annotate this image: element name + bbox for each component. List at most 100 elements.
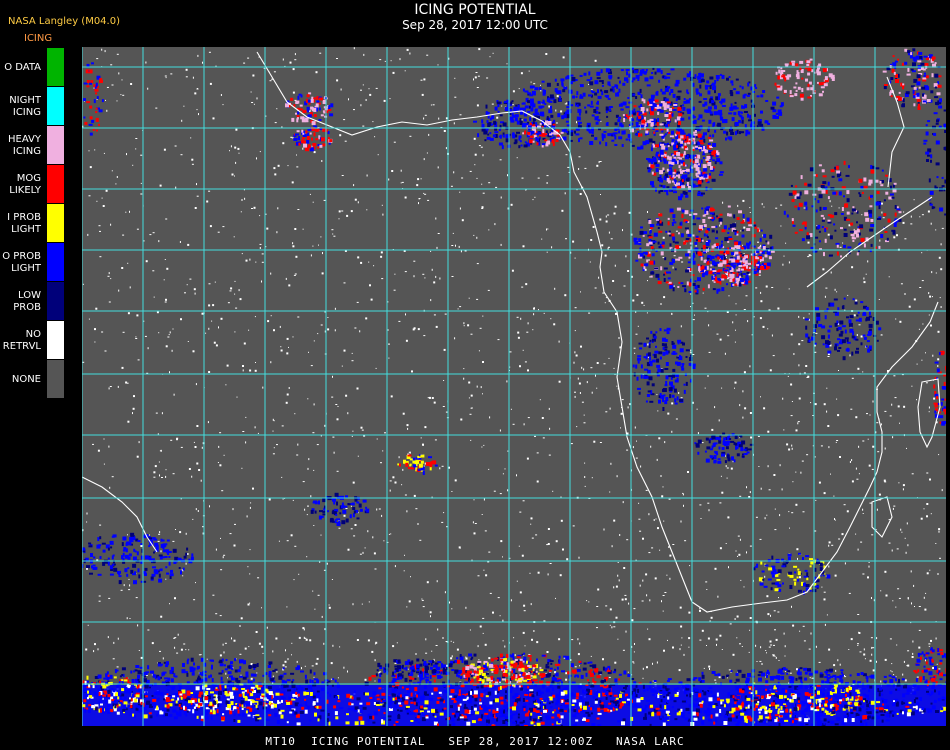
cloud-pixel (291, 642, 293, 644)
cloud-pixel (302, 228, 304, 230)
cloud-pixel (250, 677, 253, 680)
cloud-pixel (613, 586, 615, 589)
icing-pixel (712, 263, 717, 266)
cloud-pixel (273, 447, 275, 449)
cloud-pixel (584, 167, 587, 169)
cloud-pixel (778, 660, 780, 661)
cloud-pixel (327, 317, 329, 318)
cloud-pixel (172, 473, 175, 475)
icing-pixel (635, 96, 638, 99)
icing-pixel (677, 90, 682, 93)
icing-pixel (904, 48, 908, 52)
cloud-pixel (417, 178, 420, 181)
icing-pixel (776, 85, 781, 88)
cloud-pixel (745, 295, 748, 297)
cloud-pixel (716, 333, 719, 335)
cloud-pixel (230, 145, 232, 148)
cloud-pixel (902, 484, 905, 487)
cloud-pixel (121, 79, 123, 81)
icing-pixel (502, 122, 507, 127)
icing-pixel (575, 95, 578, 98)
icing-pixel (539, 134, 544, 137)
cloud-pixel (357, 201, 359, 204)
cloud-pixel (396, 642, 398, 644)
cloud-pixel (700, 518, 702, 519)
cloud-pixel (478, 145, 481, 147)
cloud-pixel (235, 161, 237, 164)
cloud-pixel (791, 401, 793, 402)
cloud-pixel (740, 579, 742, 581)
icing-pixel (885, 174, 888, 177)
icing-pixel (676, 356, 680, 359)
icing-pixel (671, 180, 674, 183)
icing-pixel (684, 227, 689, 230)
icing-pixel (858, 192, 861, 195)
icing-pixel (662, 185, 666, 189)
icing-pixel (775, 71, 778, 75)
cloud-pixel (82, 283, 84, 285)
cloud-pixel (617, 562, 619, 563)
icing-pixel (777, 75, 781, 80)
icing-pixel (664, 88, 669, 92)
cloud-pixel (449, 601, 450, 604)
icing-pixel (721, 229, 726, 233)
icing-pixel (878, 205, 881, 210)
icing-pixel (733, 112, 737, 116)
cloud-pixel (483, 444, 485, 446)
icing-pixel (866, 340, 870, 343)
cloud-pixel (795, 471, 797, 473)
icing-pixel (643, 231, 648, 235)
icing-pixel (892, 230, 896, 235)
icing-pixel (834, 344, 837, 349)
legend-item-heavy-icing: HEAVY ICING (0, 126, 66, 165)
cloud-pixel (551, 246, 553, 249)
cloud-pixel (220, 317, 223, 320)
cloud-pixel (531, 638, 533, 641)
cloud-pixel (902, 488, 904, 491)
icing-pixel (852, 298, 855, 301)
cloud-pixel (760, 487, 762, 490)
cloud-pixel (404, 70, 406, 72)
icing-pixel (579, 84, 584, 88)
cloud-pixel (613, 626, 616, 628)
icing-pixel (852, 206, 855, 209)
cloud-pixel (293, 579, 295, 581)
cloud-pixel (401, 484, 403, 486)
cloud-pixel (373, 265, 375, 267)
icing-pixel (650, 147, 653, 152)
cloud-pixel (836, 291, 838, 293)
icing-pixel (664, 339, 668, 342)
cloud-pixel (388, 178, 390, 181)
icing-pixel (843, 297, 846, 300)
icing-pixel (681, 185, 686, 189)
cloud-pixel (518, 545, 520, 547)
icing-pixel (692, 215, 695, 220)
icing-pixel (833, 298, 838, 301)
cloud-pixel (938, 528, 941, 531)
icing-pixel (698, 100, 702, 103)
icing-pixel (687, 172, 690, 175)
icing-pixel (881, 169, 884, 172)
icing-pixel (709, 76, 714, 80)
cloud-pixel (896, 644, 898, 646)
icing-pixel (711, 100, 715, 103)
cloud-pixel (660, 475, 662, 477)
cloud-pixel (822, 268, 825, 271)
icing-pixel (717, 110, 720, 115)
cloud-pixel (834, 519, 836, 521)
cloud-pixel (487, 561, 490, 563)
icing-pixel (759, 251, 762, 254)
cloud-pixel (196, 183, 197, 186)
icing-pixel (473, 120, 477, 123)
icing-pixel (732, 283, 735, 286)
cloud-pixel (792, 481, 794, 483)
icing-pixel (639, 88, 642, 93)
cloud-pixel (231, 637, 232, 640)
cloud-pixel (488, 182, 491, 184)
cloud-pixel (604, 254, 607, 257)
icing-pixel (747, 92, 751, 95)
cloud-pixel (906, 665, 909, 667)
icing-pixel (742, 258, 745, 263)
cloud-pixel (138, 441, 140, 444)
cloud-pixel (162, 657, 164, 660)
